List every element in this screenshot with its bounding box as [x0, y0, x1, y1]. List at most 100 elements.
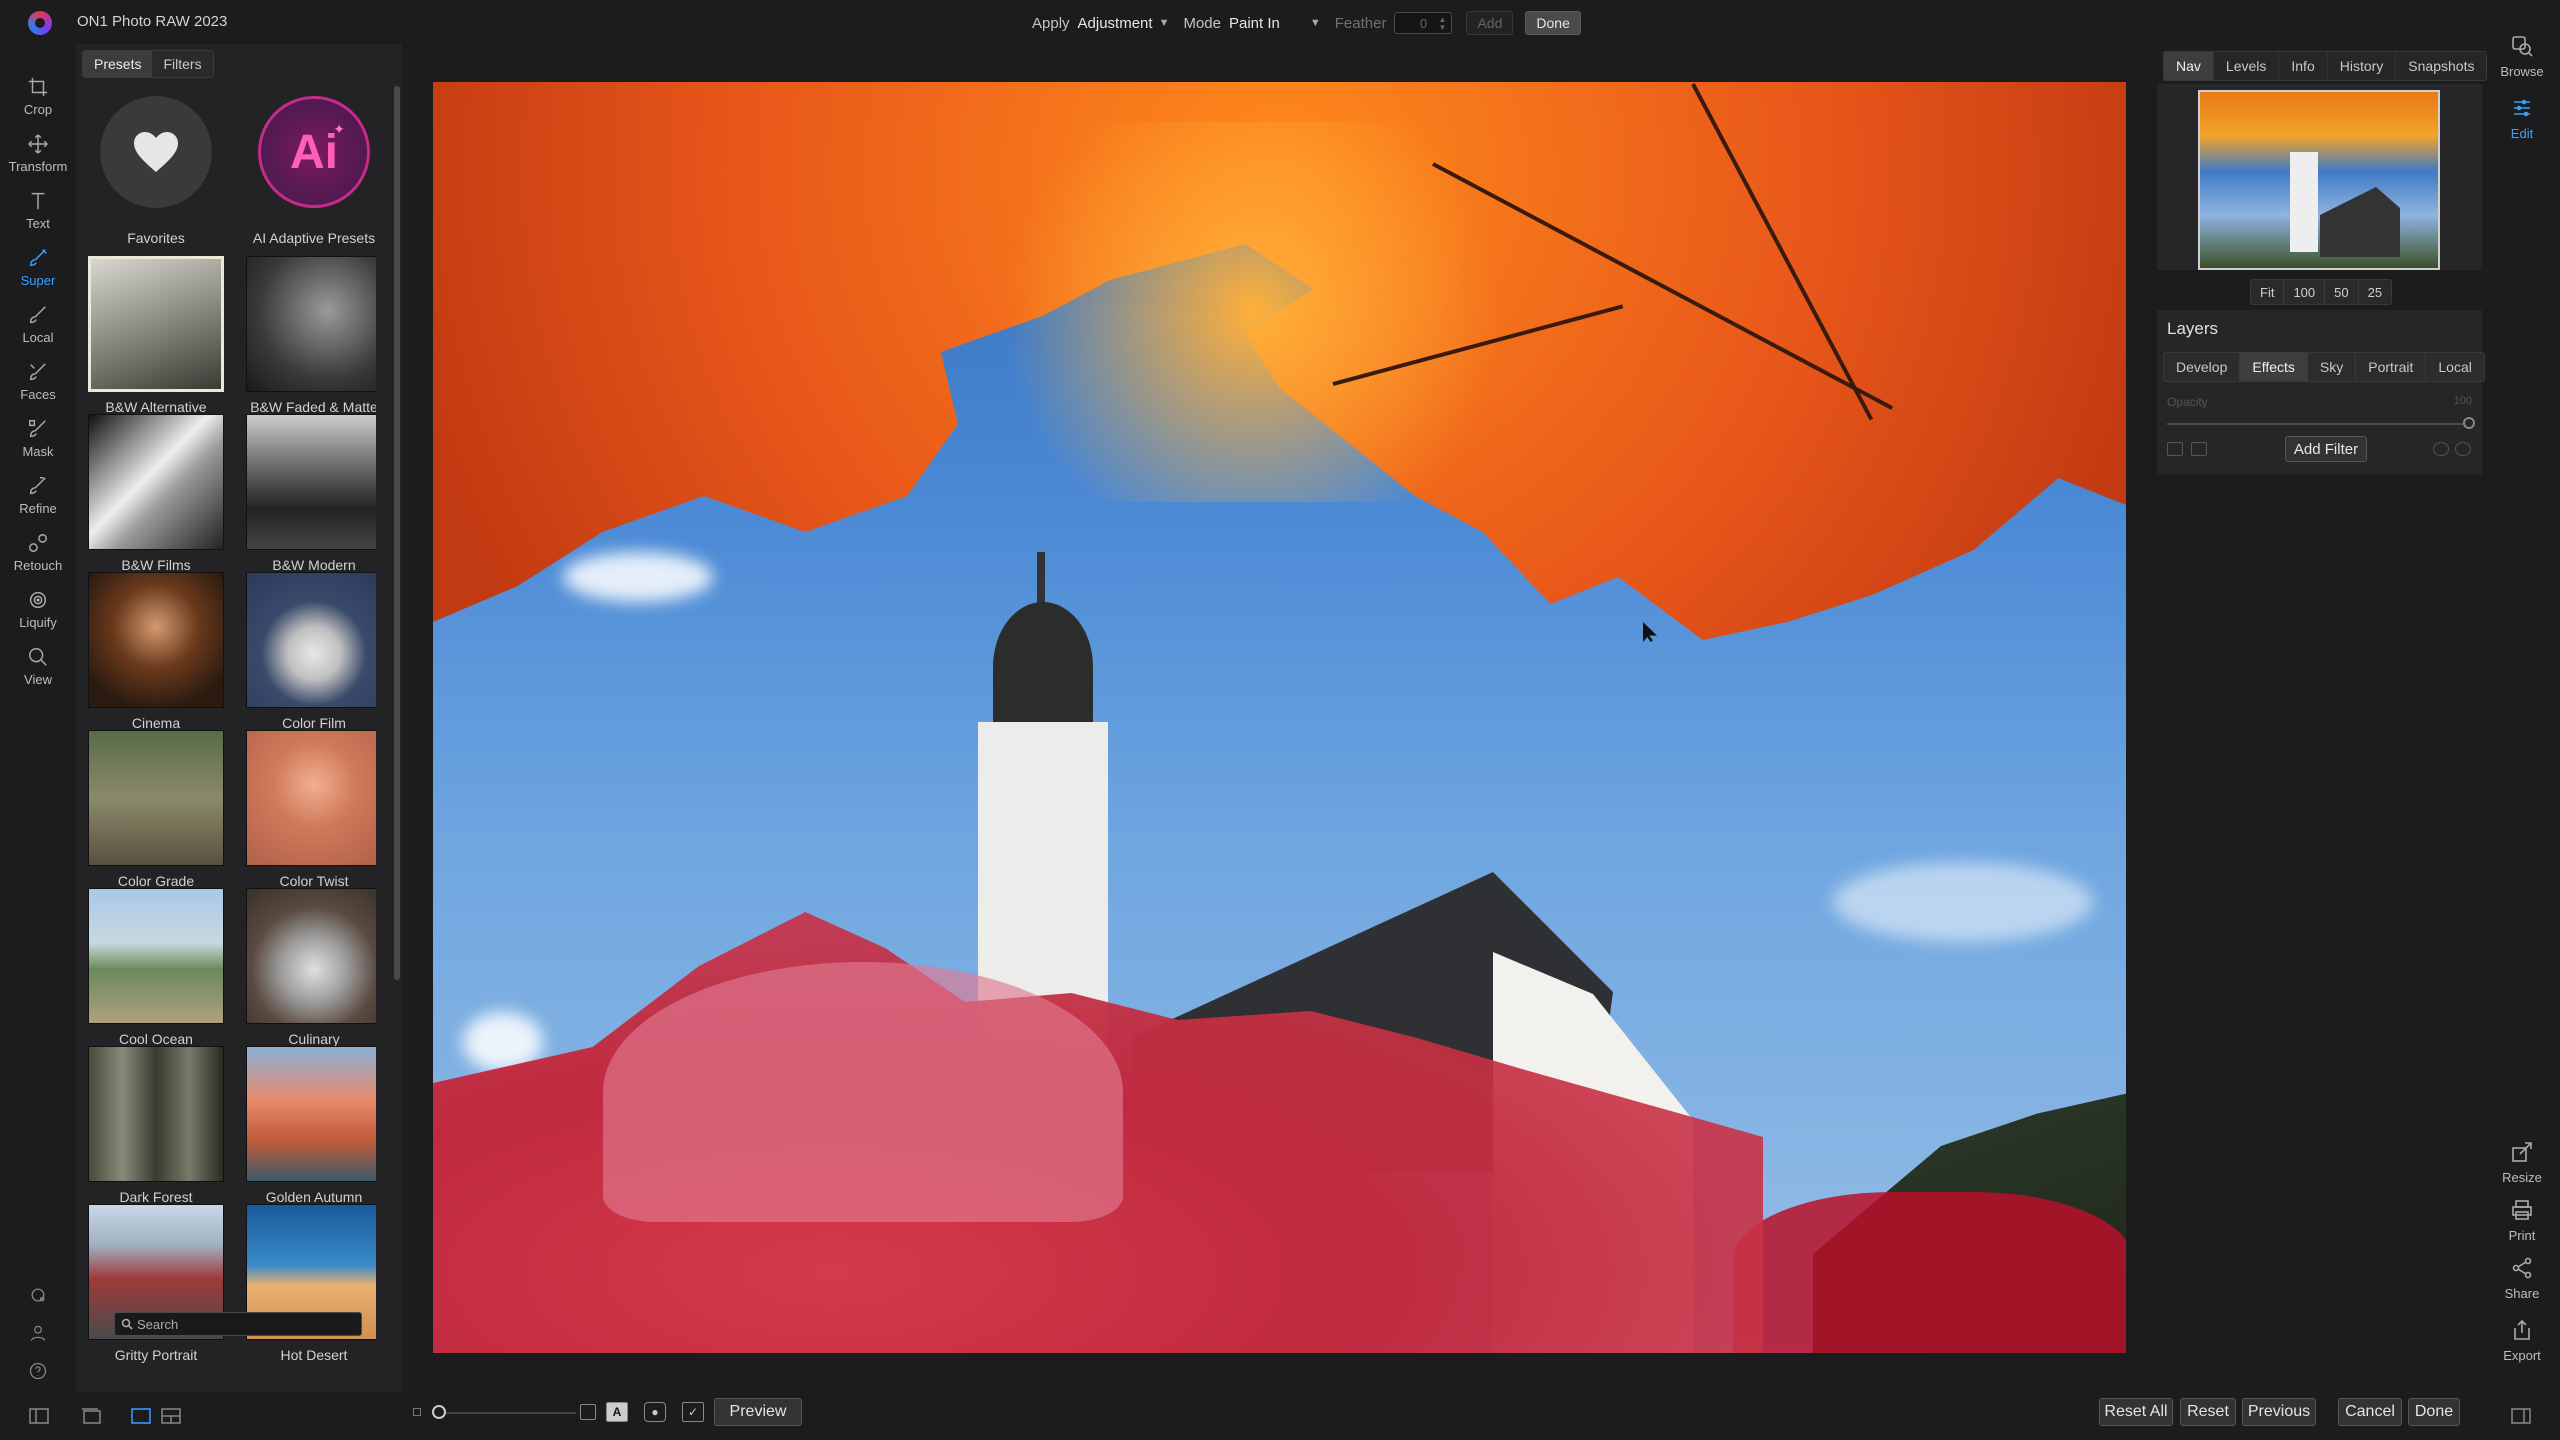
preset-bw-alternative[interactable]: B&W Alternative	[86, 256, 226, 415]
presets-scrollbar[interactable]	[394, 86, 400, 980]
brush-size-slider[interactable]	[446, 1412, 576, 1414]
edit-button[interactable]: Edit	[2490, 96, 2554, 141]
chevron-down-icon[interactable]: ▼	[1159, 17, 1170, 29]
zoom-fit-button[interactable]: Fit	[2251, 280, 2285, 304]
apply-dropdown[interactable]: Adjustment	[1078, 15, 1153, 32]
export-button[interactable]: Export	[2490, 1318, 2554, 1363]
tool-local[interactable]: Local	[0, 296, 76, 353]
preset-label: AI Adaptive Presets	[252, 230, 376, 246]
tool-text[interactable]: Text	[0, 182, 76, 239]
tab-info[interactable]: Info	[2279, 52, 2328, 80]
tab-effects[interactable]: Effects	[2240, 353, 2308, 381]
mode-dropdown[interactable]: Paint In	[1229, 15, 1280, 32]
tool-refine[interactable]: Refine	[0, 467, 76, 524]
tool-transform[interactable]: Transform	[0, 125, 76, 182]
preset-hot-desert[interactable]: Hot Desert	[244, 1204, 376, 1363]
plugins-icon	[31, 1288, 45, 1302]
preset-color-grade[interactable]: Color Grade	[86, 730, 226, 889]
tab-local[interactable]: Local	[2426, 353, 2484, 381]
mask-check-button[interactable]: ✓	[682, 1402, 704, 1422]
toggle-left-panel-button[interactable]	[28, 1406, 50, 1426]
tool-faces[interactable]: Faces	[0, 353, 76, 410]
help-button[interactable]	[0, 1352, 76, 1390]
preset-dark-forest[interactable]: Dark Forest	[86, 1046, 226, 1205]
bottom-bar	[0, 1392, 2560, 1440]
preset-cool-ocean[interactable]: Cool Ocean	[86, 888, 226, 1047]
preset-cinema[interactable]: Cinema	[86, 572, 226, 731]
add-button[interactable]: Add	[1466, 11, 1514, 35]
auto-mask-button[interactable]: A	[606, 1402, 628, 1422]
mask-overlay-button[interactable]: ●	[644, 1402, 666, 1422]
tool-mask[interactable]: Mask	[0, 410, 76, 467]
tab-portrait[interactable]: Portrait	[2356, 353, 2427, 381]
zoom-100-button[interactable]: 100	[2284, 280, 2326, 304]
top-bar: ON1 Photo RAW 2023 Apply Adjustment ▼ Mo…	[0, 0, 2560, 46]
preset-gritty-portrait[interactable]: Gritty Portrait	[86, 1204, 226, 1363]
account-button[interactable]	[0, 1314, 76, 1352]
cancel-button[interactable]: Cancel	[2338, 1398, 2402, 1426]
preset-culinary[interactable]: Culinary	[244, 888, 376, 1047]
preview-button[interactable]: Preview	[714, 1398, 802, 1426]
resize-button[interactable]: Resize	[2490, 1140, 2554, 1185]
reset-all-button[interactable]: Reset All	[2099, 1398, 2173, 1426]
add-filter-button[interactable]: Add Filter	[2285, 436, 2367, 462]
layer-mask-icon[interactable]	[2167, 442, 2183, 456]
tool-super[interactable]: Super	[0, 239, 76, 296]
preset-color-twist[interactable]: Color Twist	[244, 730, 376, 889]
mask-view-button[interactable]	[580, 1404, 596, 1420]
single-view-button[interactable]	[130, 1406, 152, 1426]
tab-history[interactable]: History	[2327, 52, 2397, 80]
tab-develop[interactable]: Develop	[2164, 353, 2241, 381]
feather-field[interactable]: 0 ▲ ▼	[1394, 12, 1453, 34]
done-button[interactable]: Done	[2408, 1398, 2460, 1426]
browse-button[interactable]: Browse	[2490, 34, 2554, 79]
tab-sky[interactable]: Sky	[2307, 353, 2357, 381]
previous-button[interactable]: Previous	[2242, 1398, 2316, 1426]
view-icon	[29, 648, 47, 666]
navigator-panel	[2157, 84, 2482, 270]
preset-bw-modern[interactable]: B&W Modern	[244, 414, 376, 573]
tool-liquify[interactable]: Liquify	[0, 581, 76, 638]
tab-snapshots[interactable]: Snapshots	[2396, 52, 2487, 80]
share-button[interactable]: Share	[2490, 1256, 2554, 1301]
reset-button[interactable]: Reset	[2180, 1398, 2236, 1426]
tab-levels[interactable]: Levels	[2213, 52, 2280, 80]
zoom-50-button[interactable]: 50	[2325, 280, 2359, 304]
stepper-icon[interactable]: ▲ ▼	[1439, 16, 1447, 32]
compare-view-button[interactable]	[160, 1406, 182, 1426]
toggle-right-panel-button[interactable]	[2510, 1406, 2532, 1426]
tool-retouch[interactable]: Retouch	[0, 524, 76, 581]
filmstrip-button[interactable]	[80, 1406, 102, 1426]
preset-bw-faded-matte[interactable]: B&W Faded & Matte	[244, 256, 376, 415]
tool-label: Refine	[19, 501, 57, 516]
preset-golden-autumn[interactable]: Golden Autumn	[244, 1046, 376, 1205]
presets-search-input[interactable]: Search	[114, 1312, 362, 1336]
preset-favorites[interactable]: Favorites	[86, 96, 226, 246]
tab-filters[interactable]: Filters	[152, 51, 213, 77]
navigator-thumbnail[interactable]	[2198, 90, 2440, 270]
layer-visibility-icon[interactable]	[2191, 442, 2207, 456]
zoom-25-button[interactable]: 25	[2358, 280, 2392, 304]
reset-icon[interactable]	[2455, 442, 2471, 456]
photo-canvas[interactable]	[433, 82, 2126, 1353]
brush-size-slider-knob[interactable]	[432, 1405, 446, 1419]
plugins-button[interactable]	[0, 1276, 76, 1314]
preset-bw-films[interactable]: B&W Films	[86, 414, 226, 573]
done-mask-button[interactable]: Done	[1525, 11, 1581, 35]
preset-ai-adaptive[interactable]: Ai ✦ AI Adaptive Presets	[244, 96, 376, 246]
tool-crop[interactable]: Crop	[0, 68, 76, 125]
opacity-slider-knob[interactable]	[2463, 417, 2475, 429]
tool-view[interactable]: View	[0, 638, 76, 695]
opacity-slider[interactable]	[2167, 423, 2467, 425]
chevron-down-icon[interactable]: ▼	[1310, 17, 1321, 29]
tab-presets[interactable]: Presets	[83, 51, 153, 77]
settings-icon[interactable]	[2433, 442, 2449, 456]
single-view-icon	[131, 1408, 151, 1424]
print-button[interactable]: Print	[2490, 1198, 2554, 1243]
tab-nav[interactable]: Nav	[2164, 52, 2214, 80]
preset-thumb	[88, 256, 224, 392]
tool-label: Faces	[20, 387, 56, 402]
mask-overlay	[1733, 1192, 2126, 1353]
preset-color-film[interactable]: Color Film	[244, 572, 376, 731]
browse-icon	[2512, 36, 2533, 57]
